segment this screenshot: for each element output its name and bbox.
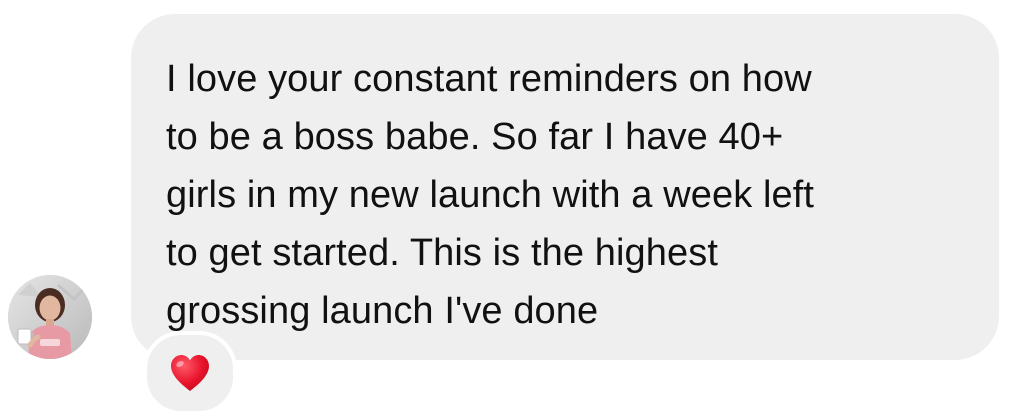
chat-thread: I love your constant reminders on how to… [0, 0, 1020, 416]
message-text: I love your constant reminders on how to… [166, 58, 815, 332]
message-bubble[interactable]: I love your constant reminders on how to… [131, 14, 999, 360]
sender-avatar[interactable] [8, 275, 92, 359]
heart-icon [171, 355, 209, 391]
reaction-badge[interactable] [143, 331, 237, 415]
profile-photo-icon [8, 275, 92, 359]
